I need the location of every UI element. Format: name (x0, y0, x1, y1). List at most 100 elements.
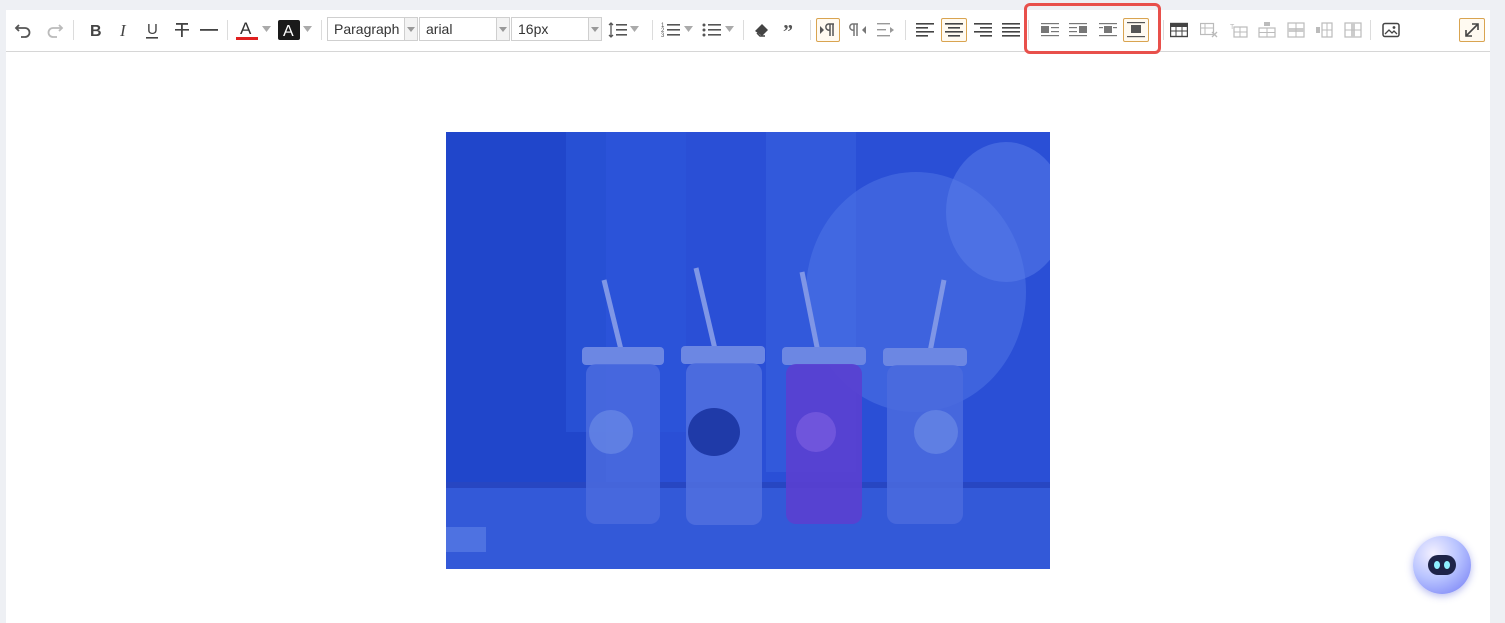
table-icon (1170, 22, 1188, 38)
table-caption-icon: T (1230, 24, 1248, 38)
clear-format-button[interactable] (750, 18, 774, 42)
strikethrough-icon (175, 23, 189, 37)
toolbar-separator (810, 20, 811, 40)
image-float-left-icon (1041, 23, 1059, 37)
underline-button[interactable]: U (141, 18, 163, 42)
chevron-down-icon[interactable] (630, 26, 639, 33)
redo-button[interactable] (44, 18, 66, 42)
toolbar-separator (1028, 20, 1029, 40)
delete-column-button[interactable] (1341, 18, 1365, 42)
editor-toolbar: B I U A A Paragraph arial 16px 1 2 3 ” T (6, 3, 1490, 54)
insert-row-icon (1258, 22, 1276, 38)
chevron-down-icon[interactable] (262, 26, 271, 33)
image-float-center-icon (1099, 23, 1117, 37)
image-float-center-button[interactable] (1096, 18, 1120, 42)
line-height-button[interactable] (606, 18, 630, 42)
svg-text:B: B (90, 23, 102, 39)
align-right-icon (974, 23, 992, 37)
insert-row-button[interactable] (1255, 18, 1279, 42)
redo-icon (47, 24, 64, 38)
chevron-down-icon[interactable] (684, 26, 693, 33)
toolbar-separator (321, 20, 322, 40)
chevron-down-icon (588, 18, 601, 40)
align-justify-icon (1002, 23, 1020, 37)
rtl-icon (849, 23, 866, 36)
blockquote-button[interactable]: ” (780, 18, 804, 42)
ltr-icon (820, 23, 834, 36)
image-float-none-icon (1127, 22, 1145, 38)
toolbar-separator (905, 20, 906, 40)
font-size-value: 16px (518, 21, 549, 37)
quote-icon: ” (783, 21, 793, 39)
undo-icon (14, 24, 31, 38)
rtl-direction-button[interactable] (846, 18, 870, 42)
fullscreen-button[interactable] (1459, 18, 1485, 42)
font-color-icon: A (236, 19, 258, 40)
image-float-none-button[interactable] (1123, 18, 1149, 42)
block-format-select[interactable]: Paragraph (327, 17, 418, 41)
undo-button[interactable] (12, 18, 34, 42)
toolbar-separator (743, 20, 744, 40)
svg-text:”: ” (783, 21, 793, 39)
strikethrough-button[interactable] (171, 18, 193, 42)
line-height-icon (608, 22, 627, 38)
chevron-down-icon[interactable] (303, 26, 312, 33)
font-family-select[interactable]: arial (419, 17, 510, 41)
insert-column-button[interactable] (1313, 18, 1337, 42)
ordered-list-button[interactable]: 123 (659, 18, 683, 42)
insert-image-button[interactable] (1379, 18, 1403, 42)
ai-assistant-button[interactable] (1413, 536, 1471, 594)
delete-row-icon (1287, 22, 1305, 38)
eraser-icon (755, 24, 768, 37)
svg-text:I: I (119, 21, 127, 39)
insert-column-icon (1316, 22, 1333, 38)
image-icon (1382, 22, 1400, 38)
font-color-button[interactable]: A (234, 18, 260, 42)
italic-button[interactable]: I (113, 18, 135, 42)
underline-icon: U (146, 21, 158, 39)
align-right-button[interactable] (971, 18, 995, 42)
highlight-color-button[interactable]: A (276, 18, 302, 42)
align-justify-button[interactable] (999, 18, 1023, 42)
chevron-down-icon (496, 18, 509, 40)
rich-text-editor: B I U A A Paragraph arial 16px 1 2 3 ” T (6, 3, 1490, 623)
delete-table-button[interactable] (1197, 18, 1221, 42)
toolbar-separator (73, 20, 74, 40)
svg-text:A: A (240, 19, 252, 38)
robot-icon (1428, 555, 1456, 575)
image-float-right-icon (1069, 23, 1087, 37)
expand-icon (1465, 23, 1479, 37)
align-center-icon (945, 23, 963, 37)
svg-text:3: 3 (661, 33, 665, 39)
delete-column-icon (1344, 22, 1362, 38)
chevron-down-icon[interactable] (725, 26, 734, 33)
ordered-list-icon: 123 (661, 23, 680, 39)
svg-text:U: U (147, 21, 158, 38)
delete-row-button[interactable] (1284, 18, 1308, 42)
block-format-value: Paragraph (334, 21, 400, 37)
horizontal-line-icon (200, 29, 218, 31)
svg-text:A: A (283, 23, 294, 40)
align-center-button[interactable] (941, 18, 967, 42)
document-image[interactable] (446, 132, 1050, 569)
toolbar-separator (227, 20, 228, 40)
align-left-icon (916, 23, 934, 37)
insert-table-button[interactable] (1167, 18, 1191, 42)
font-size-select[interactable]: 16px (511, 17, 602, 41)
unordered-list-button[interactable] (700, 18, 724, 42)
indent-button[interactable] (874, 18, 898, 42)
bold-button[interactable]: B (84, 18, 106, 42)
chevron-down-icon (404, 18, 417, 40)
toolbar-separator (1163, 20, 1164, 40)
bold-icon: B (90, 23, 102, 39)
unordered-list-icon (702, 23, 721, 37)
italic-icon: I (119, 21, 127, 39)
ltr-direction-button[interactable] (816, 18, 840, 42)
delete-table-icon (1200, 22, 1218, 38)
align-left-button[interactable] (913, 18, 937, 42)
horizontal-rule-button[interactable] (198, 18, 220, 42)
insert-paragraph-before-table-button[interactable]: T (1227, 18, 1251, 42)
image-float-left-button[interactable] (1038, 18, 1062, 42)
toolbar-separator (652, 20, 653, 40)
image-float-right-button[interactable] (1066, 18, 1090, 42)
